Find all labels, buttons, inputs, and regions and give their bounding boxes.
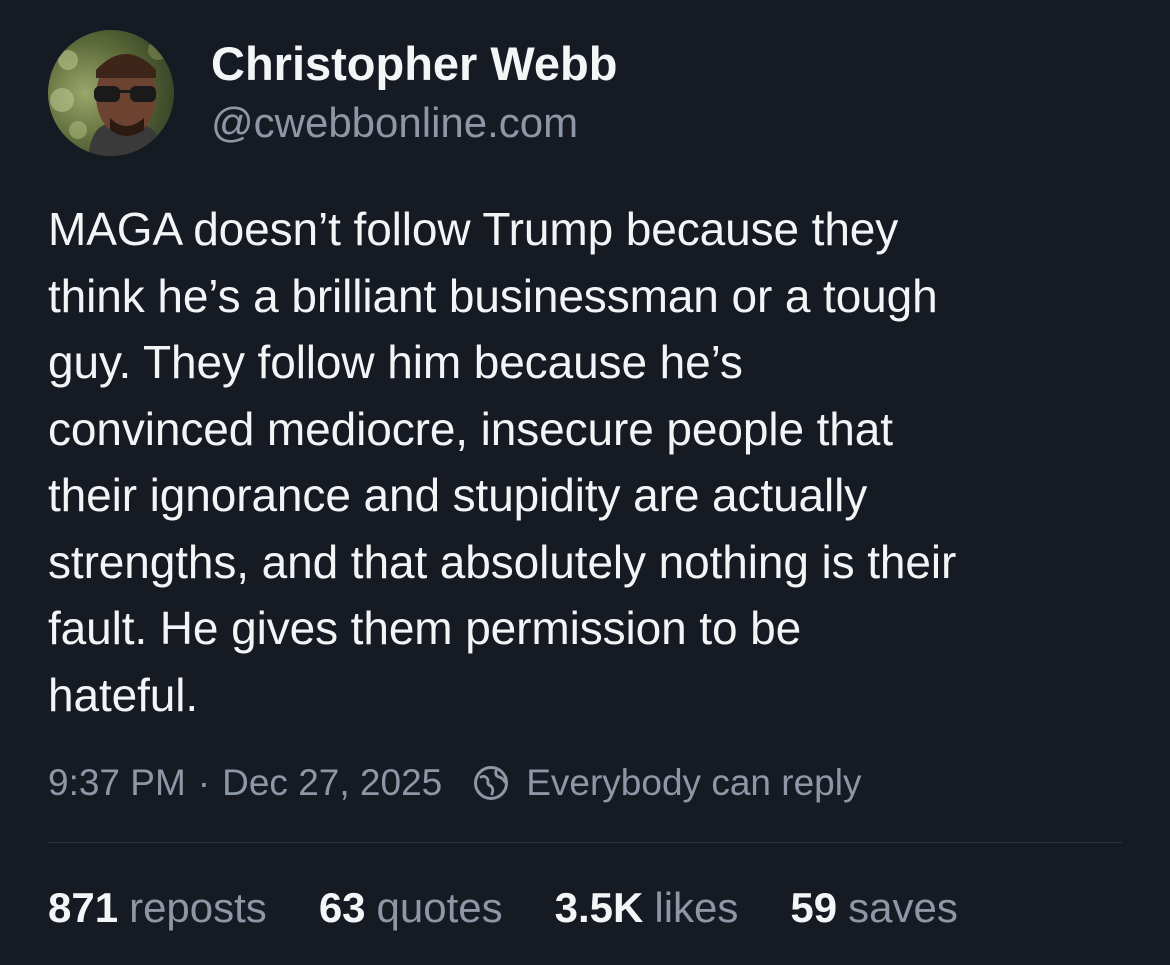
avatar-image: [48, 30, 174, 156]
reposts-label: reposts: [129, 884, 267, 931]
post-card: Christopher Webb @cwebbonline.com MAGA d…: [0, 0, 1170, 965]
meta-separator: ·: [197, 762, 211, 803]
reposts-count: 871: [48, 884, 119, 931]
saves-stat[interactable]: 59 saves: [790, 884, 957, 932]
author-display-name[interactable]: Christopher Webb: [211, 35, 617, 93]
post-time[interactable]: 9:37 PM: [48, 762, 186, 804]
globe-icon: [474, 766, 509, 800]
author-handle[interactable]: @cwebbonline.com: [211, 95, 617, 151]
reposts-stat[interactable]: 871 reposts: [48, 884, 267, 932]
quotes-stat[interactable]: 63 quotes: [319, 884, 503, 932]
divider: [48, 842, 1122, 843]
quotes-count: 63: [318, 884, 366, 931]
saves-label: saves: [848, 884, 958, 931]
likes-count: 3.5K: [554, 884, 644, 931]
reply-setting-label: Everybody can reply: [526, 762, 862, 803]
likes-stat[interactable]: 3.5K likes: [555, 884, 739, 932]
post-date[interactable]: Dec 27, 2025: [222, 762, 442, 804]
reply-setting[interactable]: Everybody can reply: [472, 762, 861, 804]
engagement-stats: 871 reposts 63 quotes 3.5K likes 59 save…: [48, 880, 1010, 936]
post-meta: 9:37 PM · Dec 27, 2025 Everybody can rep…: [48, 756, 861, 810]
quotes-label: quotes: [376, 884, 503, 931]
likes-label: likes: [654, 884, 739, 931]
avatar[interactable]: [48, 30, 174, 156]
author-names: Christopher Webb @cwebbonline.com: [211, 35, 617, 151]
post-text: MAGA doesn’t follow Trump because they t…: [48, 203, 957, 721]
post-header: Christopher Webb @cwebbonline.com: [48, 30, 617, 156]
saves-count: 59: [790, 884, 838, 931]
